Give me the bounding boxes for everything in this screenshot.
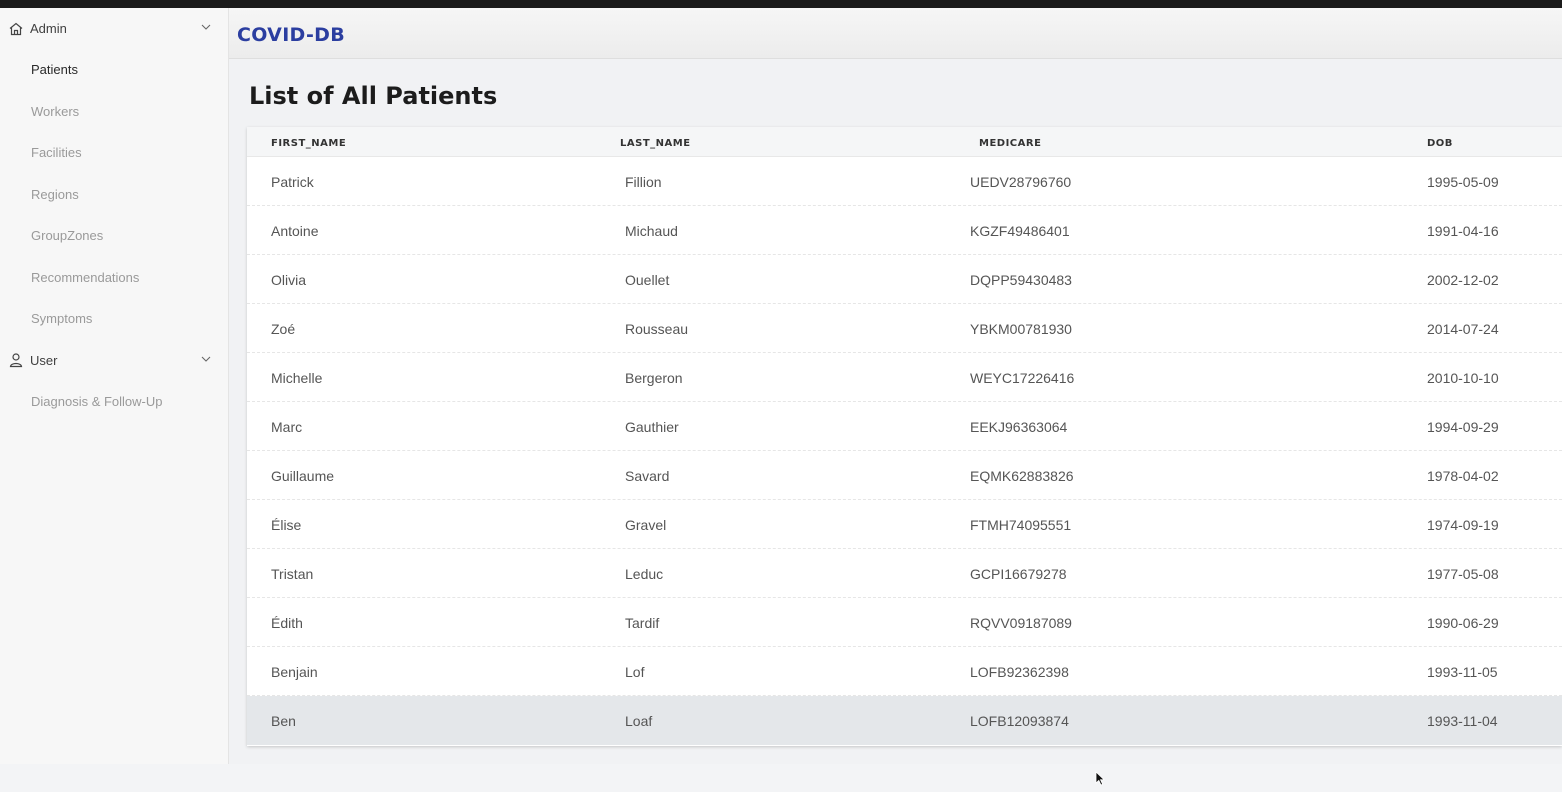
- chevron-down-icon[interactable]: [200, 21, 212, 33]
- cell-first-name: Marc: [271, 419, 303, 435]
- sidebar-item-facilities[interactable]: Facilities: [0, 132, 228, 174]
- cell-medicare: LOFB12093874: [970, 713, 1069, 729]
- table-row[interactable]: Benjain Lof LOFB92362398 1993-11-05: [247, 647, 1562, 696]
- cell-dob: 1990-06-29: [1427, 615, 1499, 631]
- cell-last-name: Savard: [625, 468, 670, 484]
- sidebar-item-regions[interactable]: Regions: [0, 174, 228, 216]
- window-top-bar: [0, 0, 1562, 8]
- cell-first-name: Édith: [271, 615, 303, 631]
- table-row[interactable]: Guillaume Savard EQMK62883826 1978-04-02: [247, 451, 1562, 500]
- column-header-medicare[interactable]: MEDICARE: [979, 138, 1041, 149]
- cell-first-name: Michelle: [271, 370, 323, 386]
- cell-first-name: Guillaume: [271, 468, 335, 484]
- sidebar-section-admin[interactable]: Admin: [0, 8, 228, 49]
- table-row[interactable]: Antoine Michaud KGZF49486401 1991-04-16: [247, 206, 1562, 255]
- column-header-last-name[interactable]: LAST_NAME: [620, 138, 691, 149]
- sidebar: Admin Patients Workers Facilities Region…: [0, 8, 229, 764]
- cell-last-name: Leduc: [625, 566, 664, 582]
- cell-medicare: RQVV09187089: [970, 615, 1072, 631]
- cell-first-name: Zoé: [271, 321, 296, 337]
- cell-dob: 1994-09-29: [1427, 419, 1499, 435]
- cell-last-name: Tardif: [625, 615, 660, 631]
- sidebar-item-groupzones[interactable]: GroupZones: [0, 215, 228, 257]
- cell-last-name: Bergeron: [625, 370, 683, 386]
- table-body: Patrick Fillion UEDV28796760 1995-05-09 Anto…: [247, 157, 1562, 745]
- table-row[interactable]: Michelle Bergeron WEYC17226416 2010-10-10: [247, 353, 1562, 402]
- cell-medicare: WEYC17226416: [970, 370, 1075, 386]
- sidebar-item-patients[interactable]: Patients: [0, 49, 228, 91]
- sidebar-section-label: Admin: [30, 21, 67, 36]
- cell-dob: 2010-10-10: [1427, 370, 1499, 386]
- cell-last-name: Loaf: [625, 713, 653, 729]
- cell-dob: 1993-11-04: [1427, 713, 1498, 729]
- cell-last-name: Fillion: [625, 174, 662, 190]
- cell-last-name: Michaud: [625, 223, 678, 239]
- cell-medicare: DQPP59430483: [970, 272, 1072, 288]
- page-title: List of All Patients: [249, 82, 498, 110]
- cell-medicare: GCPI16679278: [970, 566, 1067, 582]
- cell-medicare: FTMH74095551: [970, 517, 1072, 533]
- cell-first-name: Olivia: [271, 272, 307, 288]
- cell-medicare: UEDV28796760: [970, 174, 1072, 190]
- cell-last-name: Gauthier: [625, 419, 679, 435]
- cell-last-name: Rousseau: [625, 321, 689, 337]
- cell-first-name: Benjain: [271, 664, 318, 680]
- cell-dob: 1977-05-08: [1427, 566, 1499, 582]
- table-row[interactable]: Patrick Fillion UEDV28796760 1995-05-09: [247, 157, 1562, 206]
- table-row[interactable]: Marc Gauthier EEKJ96363064 1994-09-29: [247, 402, 1562, 451]
- cell-last-name: Ouellet: [625, 272, 670, 288]
- cell-dob: 1993-11-05: [1427, 664, 1498, 680]
- cell-last-name: Lof: [625, 664, 645, 680]
- app-header: COVID-DB: [229, 8, 1562, 59]
- cell-first-name: Ben: [271, 713, 296, 729]
- sidebar-section-user[interactable]: User: [0, 340, 228, 381]
- sidebar-item-recommendations[interactable]: Recommendations: [0, 257, 228, 299]
- cell-dob: 1974-09-19: [1427, 517, 1499, 533]
- main-content: List of All Patients FIRST_NAME LAST_NAM…: [229, 59, 1562, 786]
- cell-first-name: Patrick: [271, 174, 314, 190]
- cell-medicare: LOFB92362398: [970, 664, 1069, 680]
- user-icon: [8, 352, 24, 368]
- home-icon: [8, 21, 24, 37]
- column-header-dob[interactable]: DOB: [1427, 138, 1453, 149]
- table-row[interactable]: Ben Loaf LOFB12093874 1993-11-04: [247, 696, 1562, 745]
- chevron-down-icon[interactable]: [200, 353, 212, 365]
- cell-dob: 1995-05-09: [1427, 174, 1499, 190]
- cell-medicare: YBKM00781930: [970, 321, 1072, 337]
- patients-table: FIRST_NAME LAST_NAME MEDICARE DOB Patric…: [247, 127, 1562, 746]
- cell-dob: 1991-04-16: [1427, 223, 1499, 239]
- table-row[interactable]: Édith Tardif RQVV09187089 1990-06-29: [247, 598, 1562, 647]
- column-header-first-name[interactable]: FIRST_NAME: [271, 138, 346, 149]
- cell-first-name: Antoine: [271, 223, 319, 239]
- table-row[interactable]: Tristan Leduc GCPI16679278 1977-05-08: [247, 549, 1562, 598]
- sidebar-item-diagnosis[interactable]: Diagnosis & Follow-Up: [0, 381, 228, 423]
- cell-dob: 2002-12-02: [1427, 272, 1499, 288]
- cell-dob: 2014-07-24: [1427, 321, 1499, 337]
- table-row[interactable]: Olivia Ouellet DQPP59430483 2002-12-02: [247, 255, 1562, 304]
- sidebar-item-symptoms[interactable]: Symptoms: [0, 298, 228, 340]
- cell-first-name: Élise: [271, 517, 302, 533]
- cell-last-name: Gravel: [625, 517, 667, 533]
- cell-medicare: KGZF49486401: [970, 223, 1070, 239]
- mouse-cursor-icon: [1095, 771, 1105, 787]
- sidebar-item-workers[interactable]: Workers: [0, 91, 228, 133]
- table-row[interactable]: Élise Gravel FTMH74095551 1974-09-19: [247, 500, 1562, 549]
- cell-medicare: EEKJ96363064: [970, 419, 1068, 435]
- sidebar-section-label: User: [30, 352, 58, 368]
- table-header: FIRST_NAME LAST_NAME MEDICARE DOB: [247, 127, 1562, 157]
- cell-dob: 1978-04-02: [1427, 468, 1499, 484]
- cell-medicare: EQMK62883826: [970, 468, 1074, 484]
- cell-first-name: Tristan: [271, 566, 314, 582]
- app-brand[interactable]: COVID-DB: [237, 24, 345, 46]
- table-row[interactable]: Zoé Rousseau YBKM00781930 2014-07-24: [247, 304, 1562, 353]
